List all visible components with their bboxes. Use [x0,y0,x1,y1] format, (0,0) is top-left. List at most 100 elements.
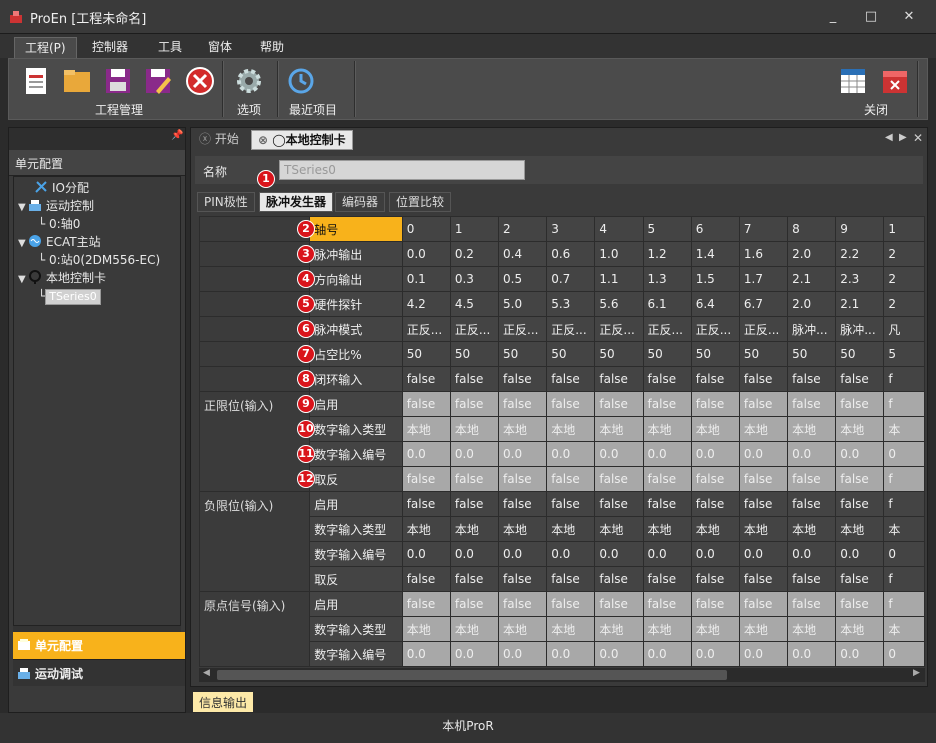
value-cell[interactable]: f [883,466,925,492]
value-cell[interactable]: false [594,366,644,392]
value-cell[interactable]: 2.2 [835,241,885,267]
value-cell[interactable]: false [738,366,789,392]
value-cell[interactable]: 0.0 [449,541,500,567]
value-cell[interactable]: 0.0 [738,641,789,667]
tree-node-io[interactable]: IO分配 [14,179,180,197]
value-cell[interactable]: 0.0 [546,641,596,667]
value-cell[interactable]: 1 [449,216,500,242]
value-cell[interactable]: false [449,391,500,417]
new-file-icon[interactable] [21,65,53,97]
scroll-right-icon[interactable]: ▶ [913,668,920,678]
value-cell[interactable]: 0.1 [401,266,451,292]
value-cell[interactable]: 0 [883,541,925,567]
value-cell[interactable]: false [449,366,500,392]
value-cell[interactable]: false [738,391,789,417]
value-cell[interactable]: false [787,566,837,592]
value-cell[interactable]: false [835,566,885,592]
value-cell[interactable]: false [787,466,837,492]
value-cell[interactable]: 5 [883,341,925,367]
options-label[interactable]: 选项 [237,101,261,118]
value-cell[interactable]: 0.0 [594,641,644,667]
value-cell[interactable]: 本地 [642,416,692,442]
value-cell[interactable]: 0.0 [690,441,740,467]
value-cell[interactable]: 4 [594,216,644,242]
output-tab[interactable]: 信息输出 [193,692,253,712]
value-cell[interactable]: 0 [401,216,451,242]
value-cell[interactable]: false [401,466,451,492]
value-cell[interactable]: 3 [546,216,596,242]
value-cell[interactable]: 本地 [835,616,885,642]
value-cell[interactable]: false [642,491,692,517]
value-cell[interactable]: 9 [835,216,885,242]
value-cell[interactable]: false [449,591,500,617]
value-cell[interactable]: false [498,491,548,517]
value-cell[interactable]: 50 [690,341,740,367]
value-cell[interactable]: 0.0 [401,241,451,267]
value-cell[interactable]: false [835,491,885,517]
value-cell[interactable]: 0.0 [498,641,548,667]
value-cell[interactable]: false [642,466,692,492]
value-cell[interactable]: 0.0 [738,541,789,567]
value-cell[interactable]: 0.0 [738,441,789,467]
gear-icon[interactable] [233,65,265,97]
value-cell[interactable]: 正反... [642,316,692,342]
value-cell[interactable]: 0.0 [642,541,692,567]
tree-node-ecat[interactable]: ▼ ECAT主站 [14,233,180,251]
tab-scroll-left-icon[interactable]: ◀ [885,132,893,143]
value-cell[interactable]: false [690,366,740,392]
value-cell[interactable]: 本地 [449,516,500,542]
value-cell[interactable]: 本地 [690,416,740,442]
value-cell[interactable]: 1.3 [642,266,692,292]
value-cell[interactable]: 本 [883,416,925,442]
value-cell[interactable]: 本地 [594,416,644,442]
save-icon[interactable] [102,65,134,97]
value-cell[interactable]: 0.2 [449,241,500,267]
value-cell[interactable]: false [642,566,692,592]
tab-scroll-right-icon[interactable]: ▶ [899,132,907,143]
value-cell[interactable]: false [401,366,451,392]
value-cell[interactable]: 0.0 [401,641,451,667]
value-cell[interactable]: 脉冲... [835,316,885,342]
value-cell[interactable]: 0.0 [594,441,644,467]
value-cell[interactable]: 0.0 [546,441,596,467]
value-cell[interactable]: 本地 [690,616,740,642]
value-cell[interactable]: 1.6 [738,241,789,267]
value-cell[interactable]: 50 [498,341,548,367]
value-cell[interactable]: 本地 [401,616,451,642]
value-cell[interactable]: false [498,366,548,392]
value-cell[interactable]: 本地 [498,416,548,442]
value-cell[interactable]: false [594,391,644,417]
tab-close-icon[interactable]: ⓧ [199,132,215,146]
value-cell[interactable]: false [738,566,789,592]
value-cell[interactable]: 50 [738,341,789,367]
value-cell[interactable]: 正反... [594,316,644,342]
value-cell[interactable]: 0.0 [401,541,451,567]
tab-start[interactable]: ⓧ 开始 [193,130,245,150]
nav-unit-config[interactable]: 单元配置 [13,632,185,659]
tree-node-tseries0[interactable]: └ TSeries0 [14,287,180,305]
menu-controller[interactable]: 控制器 [82,37,138,58]
value-cell[interactable]: 5.3 [546,291,596,317]
value-cell[interactable]: false [690,491,740,517]
value-cell[interactable]: 0.6 [546,241,596,267]
value-cell[interactable]: 0.0 [594,541,644,567]
value-cell[interactable]: 正反... [401,316,451,342]
value-cell[interactable]: false [642,591,692,617]
value-cell[interactable]: false [546,366,596,392]
value-cell[interactable]: 2 [883,241,925,267]
value-cell[interactable]: 4.2 [401,291,451,317]
value-cell[interactable]: false [787,591,837,617]
value-cell[interactable]: false [498,466,548,492]
value-cell[interactable]: 本地 [642,516,692,542]
value-cell[interactable]: false [449,491,500,517]
value-cell[interactable]: 0.4 [498,241,548,267]
value-cell[interactable]: 0.0 [835,641,885,667]
value-cell[interactable]: false [594,566,644,592]
tree-node-axis0[interactable]: └ 0:轴0 [14,215,180,233]
value-cell[interactable]: 脉冲... [787,316,837,342]
value-cell[interactable]: false [835,591,885,617]
value-cell[interactable]: 本 [883,516,925,542]
value-cell[interactable]: false [738,591,789,617]
value-cell[interactable]: 0.0 [787,641,837,667]
value-cell[interactable]: 本地 [546,416,596,442]
